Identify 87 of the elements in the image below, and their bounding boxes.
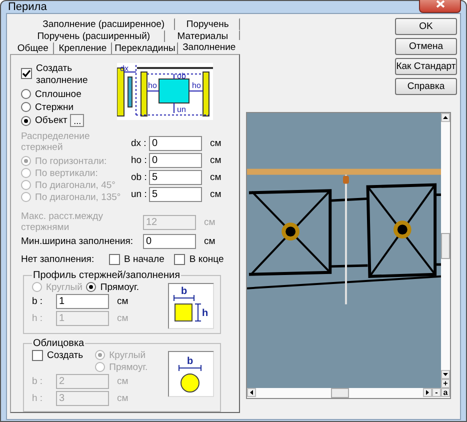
scroll-thumb[interactable] [441, 233, 450, 259]
dimension-label: h [202, 308, 208, 319]
unit-label: см [204, 216, 216, 228]
close-button[interactable] [419, 0, 461, 13]
up-arrow-icon [443, 116, 448, 119]
field-label: ob : [131, 172, 148, 183]
circle-icon [180, 374, 200, 392]
field-label: dx : [131, 138, 148, 149]
scroll-down-button[interactable] [441, 370, 450, 379]
checkbox-label: В конце [189, 254, 224, 264]
browse-button[interactable]: ... [70, 114, 84, 127]
dimension-label: ob [177, 72, 186, 80]
scroll-thumb[interactable] [330, 388, 348, 398]
input-field[interactable]: 5 [149, 187, 202, 202]
radio-label: По горизонтали: [35, 156, 107, 166]
scroll-up-button[interactable] [441, 113, 450, 122]
input-field[interactable]: 0 [149, 136, 202, 151]
height-arrow-icon [194, 304, 202, 322]
unit-label: см [210, 138, 222, 149]
down-arrow-icon [443, 373, 448, 376]
field-label: b : [32, 296, 44, 307]
input-field[interactable]: 1 [56, 294, 109, 309]
radio-label: Стержни [35, 102, 74, 112]
field-label: ho : [131, 155, 148, 166]
field-label: Мин.ширина заполнения: [21, 236, 134, 247]
square-icon [174, 304, 192, 322]
unit-label: см [117, 393, 128, 404]
zoom-button[interactable]: + [441, 379, 450, 388]
dimension-label: ho [148, 81, 157, 90]
radio-button[interactable] [21, 116, 31, 126]
zoom-button[interactable]: - [432, 388, 441, 397]
radio-button[interactable] [21, 102, 31, 112]
radio-label: Круглый [46, 282, 82, 292]
unit-label: см [117, 313, 128, 324]
checkbox[interactable] [174, 254, 186, 264]
input-field[interactable]: 0 [149, 153, 202, 168]
dialog-button[interactable]: Как Стандарт [395, 58, 457, 75]
left-arrow-icon [250, 390, 253, 395]
unit-label: см [210, 155, 222, 166]
checkbox[interactable] [21, 68, 32, 79]
section-label: Распределение стержней [21, 131, 91, 153]
field-label: Макс. расст.между стержнями [21, 211, 104, 233]
radio-label: По диагонали, 45° [35, 180, 116, 190]
dialog-button[interactable]: Справка [395, 78, 457, 95]
checkbox-label: В начале [124, 254, 164, 264]
scroll-right-button[interactable] [423, 388, 432, 397]
unit-label: см [210, 189, 222, 200]
input-field[interactable]: 0 [143, 234, 196, 249]
close-icon [436, 0, 444, 8]
checkbox[interactable] [109, 254, 120, 264]
field-label: un : [131, 189, 148, 200]
window-title: Перила [7, 1, 47, 13]
radio-label: По вертикали: [35, 168, 98, 178]
width-arrow-icon [178, 364, 202, 372]
dimension-label: b [187, 356, 194, 367]
checkbox-label: Создать заполнение [36, 63, 89, 87]
field-label: h : [32, 393, 44, 404]
field-label: b : [32, 376, 44, 387]
group-title: Облицовка [32, 338, 86, 349]
input-field[interactable]: 5 [149, 170, 202, 185]
dialog-button[interactable]: OK [395, 18, 457, 35]
radio-button[interactable] [21, 89, 31, 99]
right-arrow-icon [426, 390, 429, 395]
field-label: h : [32, 313, 44, 324]
dimension-label: un [177, 105, 186, 114]
radio-label: По диагонали, 135° [35, 192, 121, 202]
radio-label: Прямоуг. [100, 282, 139, 292]
unit-label: см [117, 376, 128, 387]
unit-label: см [117, 296, 128, 307]
dimension-label: ho [192, 81, 201, 90]
dialog-button[interactable]: Отмена [395, 38, 457, 55]
zoom-button[interactable]: a [441, 388, 450, 397]
group-title: Профиль стержней/заполнения [32, 270, 182, 281]
unit-label: см [210, 172, 222, 183]
radio-label: Прямоуг. [109, 362, 148, 372]
scroll-left-button[interactable] [247, 388, 256, 397]
radio-label: Сплошное [35, 88, 82, 100]
dimension-label: dx [120, 64, 128, 73]
width-arrow-icon [174, 294, 194, 302]
checkbox[interactable] [32, 350, 43, 360]
radio-label: Объект [35, 115, 68, 126]
checkbox-label: Создать [47, 350, 84, 360]
dimension-label: b [181, 286, 188, 297]
radio-button[interactable] [86, 282, 96, 292]
unit-label: см [204, 236, 216, 247]
radio-label: Круглый [109, 350, 146, 360]
field-label: Нет заполнения: [21, 254, 96, 264]
